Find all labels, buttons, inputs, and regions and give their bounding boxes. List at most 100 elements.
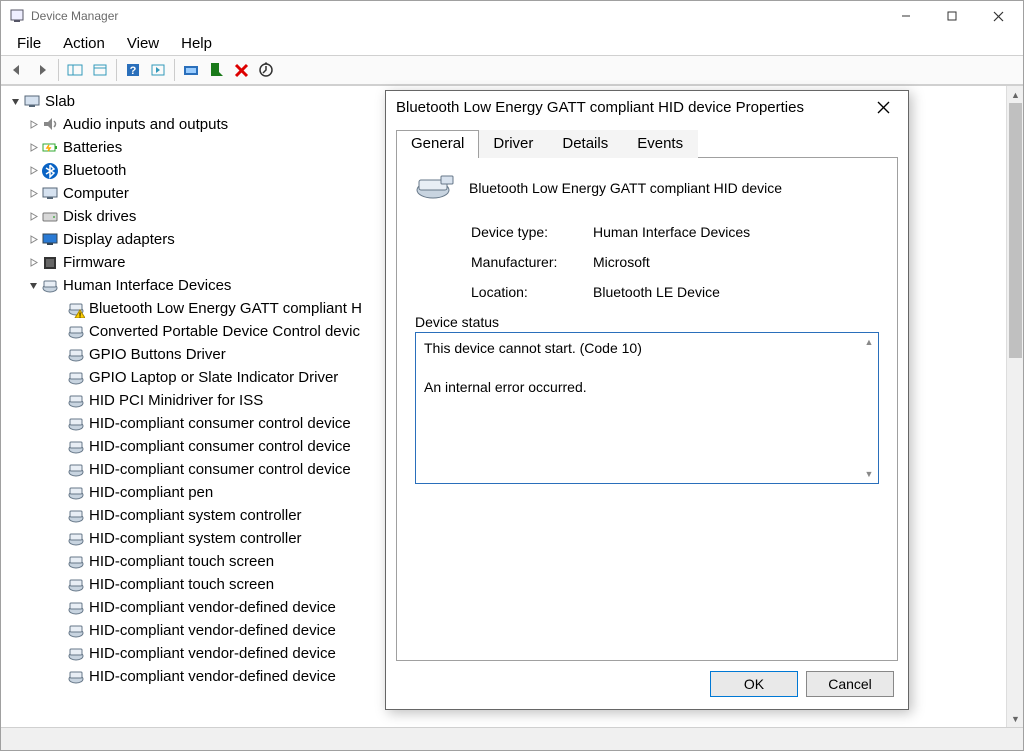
computer-root-icon bbox=[23, 93, 41, 111]
tree-label: HID-compliant touch screen bbox=[89, 553, 274, 570]
tree-label: HID-compliant system controller bbox=[89, 507, 302, 524]
device-status-label: Device status bbox=[415, 314, 879, 330]
dialog-tabs: General Driver Details Events bbox=[396, 129, 898, 158]
tab-details[interactable]: Details bbox=[547, 130, 623, 158]
hid-icon bbox=[67, 645, 85, 663]
tree-label: Disk drives bbox=[63, 208, 136, 225]
chevron-down-icon[interactable] bbox=[7, 97, 23, 106]
show-hide-tree-button[interactable] bbox=[63, 58, 87, 82]
hid-icon bbox=[67, 576, 85, 594]
tab-driver[interactable]: Driver bbox=[478, 130, 548, 158]
tree-label: GPIO Laptop or Slate Indicator Driver bbox=[89, 369, 338, 386]
app-icon bbox=[9, 8, 25, 24]
uninstall-button[interactable] bbox=[204, 58, 228, 82]
chevron-right-icon[interactable] bbox=[25, 189, 41, 198]
hid-icon: ! bbox=[67, 300, 85, 318]
hid-icon bbox=[67, 438, 85, 456]
chevron-right-icon[interactable] bbox=[25, 235, 41, 244]
tree-label: HID-compliant system controller bbox=[89, 530, 302, 547]
tree-label: GPIO Buttons Driver bbox=[89, 346, 226, 363]
display-icon bbox=[41, 231, 59, 249]
vertical-scrollbar[interactable]: ▲ ▼ bbox=[1006, 86, 1023, 727]
tree-label: HID-compliant consumer control device bbox=[89, 438, 351, 455]
tree-label: HID-compliant vendor-defined device bbox=[89, 599, 336, 616]
device-icon bbox=[415, 172, 455, 204]
window-title: Device Manager bbox=[31, 9, 883, 23]
tab-events[interactable]: Events bbox=[622, 130, 698, 158]
ok-button[interactable]: OK bbox=[710, 671, 798, 697]
statusbar bbox=[1, 727, 1023, 750]
forward-button[interactable] bbox=[30, 58, 54, 82]
location-value: Bluetooth LE Device bbox=[593, 284, 720, 300]
chevron-right-icon[interactable] bbox=[25, 120, 41, 129]
svg-text:!: ! bbox=[79, 312, 81, 318]
tree-label: HID-compliant vendor-defined device bbox=[89, 668, 336, 685]
hid-icon bbox=[67, 369, 85, 387]
dialog-titlebar: Bluetooth Low Energy GATT compliant HID … bbox=[386, 91, 908, 123]
hid-icon bbox=[67, 346, 85, 364]
scroll-down-icon[interactable]: ▼ bbox=[1007, 710, 1024, 727]
chevron-right-icon[interactable] bbox=[25, 143, 41, 152]
properties-dialog: Bluetooth Low Energy GATT compliant HID … bbox=[385, 90, 909, 710]
manufacturer-value: Microsoft bbox=[593, 254, 650, 270]
scan-hardware-button[interactable] bbox=[254, 58, 278, 82]
chevron-right-icon[interactable] bbox=[25, 212, 41, 221]
tree-label: HID-compliant vendor-defined device bbox=[89, 622, 336, 639]
disable-button[interactable] bbox=[229, 58, 253, 82]
device-name: Bluetooth Low Energy GATT compliant HID … bbox=[469, 180, 782, 196]
scan-button[interactable] bbox=[146, 58, 170, 82]
hid-icon bbox=[67, 599, 85, 617]
manufacturer-label: Manufacturer: bbox=[471, 254, 593, 270]
tree-label: Firmware bbox=[63, 254, 126, 271]
hid-icon bbox=[67, 668, 85, 686]
tree-label: HID-compliant pen bbox=[89, 484, 213, 501]
disk-icon bbox=[41, 208, 59, 226]
status-scroll-down-icon[interactable]: ▼ bbox=[862, 467, 876, 481]
battery-icon bbox=[41, 139, 59, 157]
hid-icon bbox=[67, 507, 85, 525]
hid-icon bbox=[67, 415, 85, 433]
menu-help[interactable]: Help bbox=[171, 33, 222, 54]
audio-icon bbox=[41, 116, 59, 134]
hid-icon bbox=[67, 461, 85, 479]
minimize-button[interactable] bbox=[883, 1, 929, 31]
tree-label: Slab bbox=[45, 93, 75, 110]
maximize-button[interactable] bbox=[929, 1, 975, 31]
scroll-thumb[interactable] bbox=[1009, 103, 1022, 358]
tree-label: Computer bbox=[63, 185, 129, 202]
tree-label: HID-compliant consumer control device bbox=[89, 415, 351, 432]
close-button[interactable] bbox=[975, 1, 1021, 31]
toolbar: ? bbox=[1, 55, 1023, 85]
back-button[interactable] bbox=[5, 58, 29, 82]
tree-label: Bluetooth bbox=[63, 162, 126, 179]
tree-label: HID-compliant vendor-defined device bbox=[89, 645, 336, 662]
chevron-down-icon[interactable] bbox=[25, 281, 41, 290]
device-status-textbox[interactable]: This device cannot start. (Code 10) An i… bbox=[415, 332, 879, 484]
hid-icon bbox=[67, 392, 85, 410]
properties-button[interactable] bbox=[88, 58, 112, 82]
status-scroll-up-icon[interactable]: ▲ bbox=[862, 335, 876, 349]
location-label: Location: bbox=[471, 284, 593, 300]
hid-icon bbox=[41, 277, 59, 295]
chevron-right-icon[interactable] bbox=[25, 258, 41, 267]
hid-icon bbox=[67, 553, 85, 571]
svg-text:?: ? bbox=[130, 65, 137, 77]
menu-file[interactable]: File bbox=[7, 33, 51, 54]
menu-action[interactable]: Action bbox=[53, 33, 115, 54]
titlebar: Device Manager bbox=[1, 1, 1023, 31]
status-line: This device cannot start. (Code 10) bbox=[424, 339, 870, 359]
status-line: An internal error occurred. bbox=[424, 378, 870, 398]
chevron-right-icon[interactable] bbox=[25, 166, 41, 175]
help-button[interactable]: ? bbox=[121, 58, 145, 82]
computer-icon bbox=[41, 185, 59, 203]
scroll-up-icon[interactable]: ▲ bbox=[1007, 86, 1024, 103]
device-type-label: Device type: bbox=[471, 224, 593, 240]
menu-view[interactable]: View bbox=[117, 33, 169, 54]
tree-label: Display adapters bbox=[63, 231, 175, 248]
tree-label: HID-compliant touch screen bbox=[89, 576, 274, 593]
tab-general[interactable]: General bbox=[396, 130, 479, 158]
update-driver-button[interactable] bbox=[179, 58, 203, 82]
bluetooth-icon bbox=[41, 162, 59, 180]
cancel-button[interactable]: Cancel bbox=[806, 671, 894, 697]
dialog-close-button[interactable] bbox=[868, 92, 898, 122]
